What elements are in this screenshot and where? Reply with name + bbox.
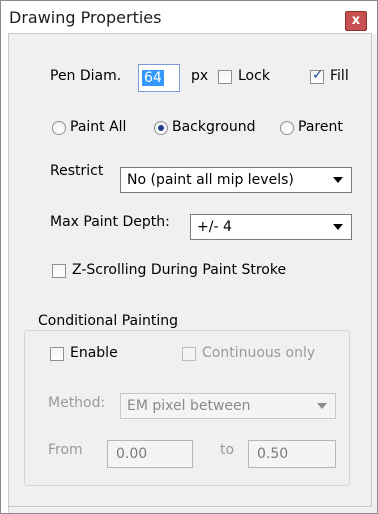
close-button[interactable]: x — [345, 11, 367, 31]
lock-label: Lock — [238, 68, 270, 84]
from-value: 0.00 — [116, 446, 148, 462]
method-value: EM pixel between — [127, 398, 251, 414]
max-depth-value: +/- 4 — [197, 219, 232, 235]
from-label: From — [48, 442, 83, 458]
chevron-down-icon — [333, 224, 343, 230]
enable-checkbox[interactable] — [50, 347, 64, 361]
method-dropdown[interactable]: EM pixel between — [120, 393, 336, 419]
continuous-only-checkbox[interactable] — [182, 347, 196, 361]
z-scroll-label: Z-Scrolling During Paint Stroke — [72, 262, 287, 278]
radio-paint-all-label: Paint All — [70, 119, 127, 135]
title-bar: Drawing Properties x — [1, 1, 377, 34]
from-input[interactable]: 0.00 — [107, 440, 193, 468]
continuous-only-label: Continuous only — [202, 345, 316, 361]
fill-checkbox[interactable] — [310, 67, 324, 84]
restrict-dropdown[interactable]: No (paint all mip levels) — [120, 167, 352, 193]
pen-diam-label: Pen Diam. — [50, 68, 122, 84]
radio-paint-all[interactable] — [52, 121, 66, 135]
z-scroll-checkbox[interactable] — [52, 264, 66, 278]
restrict-value: No (paint all mip levels) — [127, 172, 294, 188]
radio-background-label: Background — [172, 119, 256, 135]
restrict-label: Restrict — [50, 163, 104, 179]
max-depth-dropdown[interactable]: +/- 4 — [190, 214, 352, 240]
lock-checkbox[interactable] — [218, 70, 232, 84]
to-input[interactable]: 0.50 — [248, 440, 336, 468]
chevron-down-icon — [317, 403, 327, 409]
close-icon: x — [351, 13, 361, 28]
radio-parent-label: Parent — [298, 119, 343, 135]
chevron-down-icon — [333, 177, 343, 183]
conditional-painting-label: Conditional Painting — [34, 313, 183, 329]
pen-diam-input[interactable]: 64 — [138, 64, 180, 92]
to-label: to — [220, 442, 235, 458]
max-depth-label: Max Paint Depth: — [50, 214, 170, 230]
enable-label: Enable — [70, 345, 118, 361]
radio-background[interactable] — [154, 121, 168, 135]
to-value: 0.50 — [257, 446, 289, 462]
fill-label: Fill — [330, 68, 349, 84]
pen-diam-value: 64 — [142, 70, 164, 86]
radio-parent[interactable] — [280, 121, 294, 135]
window-title: Drawing Properties — [9, 8, 162, 27]
pen-unit-label: px — [191, 68, 209, 84]
method-label: Method: — [48, 395, 106, 411]
